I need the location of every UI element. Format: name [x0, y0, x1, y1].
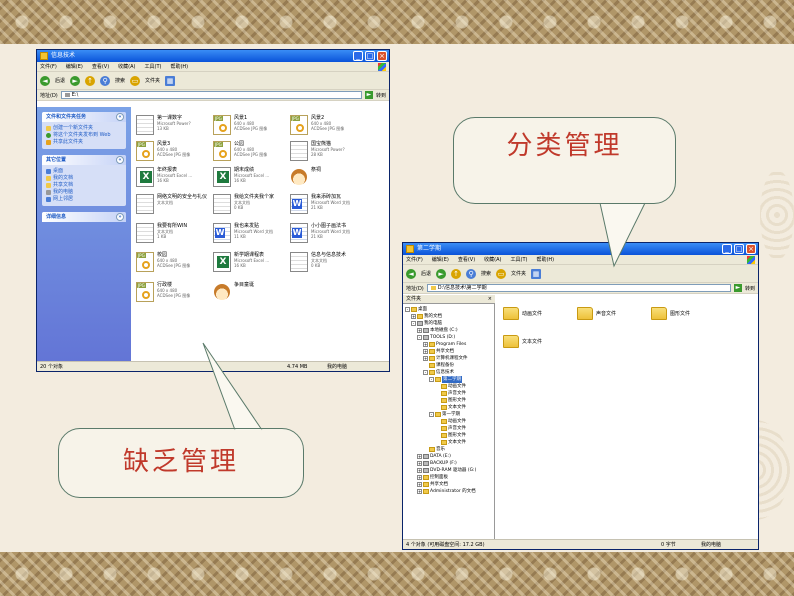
right-callout-tail — [599, 202, 646, 268]
callout-classified-management: 分类管理 — [453, 117, 676, 204]
callout-pointers — [202, 202, 646, 431]
callout-lack-management: 缺乏管理 — [58, 428, 304, 498]
left-callout-tail — [202, 342, 263, 431]
